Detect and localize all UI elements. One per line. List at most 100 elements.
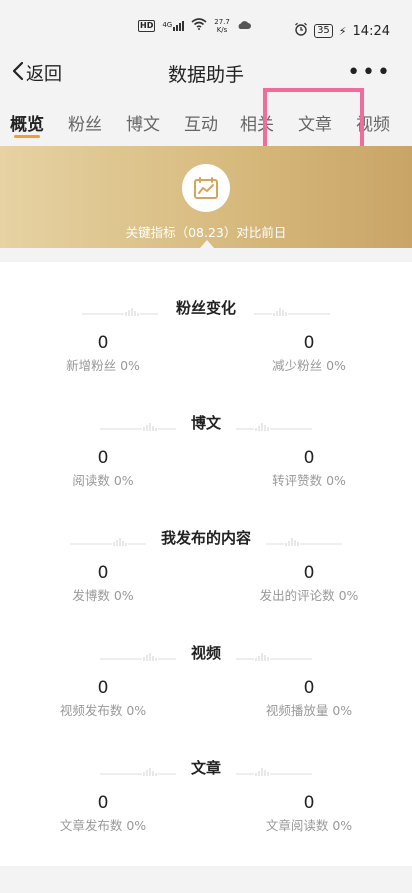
metric-label: 减少粉丝 0% bbox=[206, 355, 412, 374]
metric-change: 0% bbox=[338, 588, 359, 603]
metric-label: 文章阅读数 0% bbox=[206, 815, 412, 834]
section-videos: 视频 0 视频发布数 0% 0 视频播放量 0% bbox=[0, 640, 412, 755]
metric-label-text: 发出的评论数 bbox=[259, 588, 335, 603]
metric-label: 视频播放量 0% bbox=[206, 700, 412, 719]
metric-label: 发出的评论数 0% bbox=[206, 585, 412, 604]
tab-videos[interactable]: 视频 bbox=[356, 110, 390, 135]
metric-right[interactable]: 0 文章阅读数 0% bbox=[206, 793, 412, 834]
metric-label: 转评赞数 0% bbox=[206, 470, 412, 489]
cloud-icon bbox=[237, 19, 251, 34]
metric-value: 0 bbox=[303, 448, 315, 468]
bottom-gap bbox=[0, 866, 412, 893]
metric-value: 0 bbox=[97, 448, 109, 468]
wifi-icon bbox=[191, 18, 207, 34]
divider-right bbox=[236, 652, 312, 662]
section-header: 文章 bbox=[0, 755, 412, 779]
metric-left[interactable]: 0 发博数 0% bbox=[0, 563, 206, 604]
metric-right[interactable]: 0 转评赞数 0% bbox=[206, 448, 412, 489]
metric-change: 0% bbox=[326, 358, 346, 373]
metric-label-text: 文章发布数 bbox=[59, 818, 123, 833]
charging-icon: ⚡ bbox=[338, 24, 347, 38]
metric-label: 发博数 0% bbox=[0, 585, 206, 604]
metric-label-text: 新增粉丝 bbox=[66, 358, 117, 373]
metric-label-text: 视频发布数 bbox=[59, 703, 123, 718]
section-title: 我发布的内容 bbox=[160, 529, 251, 547]
section-gap bbox=[0, 248, 412, 262]
metric-change: 0% bbox=[332, 818, 353, 833]
status-right: 35 ⚡ 14:24 bbox=[294, 22, 390, 40]
tab-interaction[interactable]: 互动 bbox=[184, 110, 218, 135]
metric-value: 0 bbox=[303, 333, 315, 353]
tab-bar: 概览 粉丝 博文 互动 相关 文章 视频 bbox=[0, 98, 412, 146]
tab-fans[interactable]: 粉丝 bbox=[68, 110, 102, 135]
divider-right bbox=[236, 422, 312, 432]
tab-articles[interactable]: 文章 bbox=[298, 110, 332, 135]
speed-unit: K/s bbox=[216, 26, 228, 34]
metric-label-text: 发博数 bbox=[72, 588, 110, 603]
metric-label-text: 转评赞数 bbox=[272, 473, 323, 488]
metric-label: 阅读数 0% bbox=[0, 470, 206, 489]
section-title: 粉丝变化 bbox=[175, 299, 236, 317]
metric-value: 0 bbox=[97, 793, 109, 813]
network-speed: 27.7 K/s bbox=[214, 18, 230, 34]
banner-caption: 关键指标（08.23）对比前日 bbox=[125, 225, 287, 240]
metric-value: 0 bbox=[303, 793, 315, 813]
speed-value: 27.7 bbox=[214, 18, 230, 26]
section-articles: 文章 0 文章发布数 0% 0 文章阅读数 0% bbox=[0, 755, 412, 870]
section-header: 我发布的内容 bbox=[0, 525, 412, 549]
metric-change: 0% bbox=[332, 703, 353, 718]
more-options-button[interactable]: ••• bbox=[347, 60, 392, 85]
hd-badge: HD bbox=[138, 20, 156, 32]
chart-calendar-icon bbox=[182, 164, 230, 212]
alarm-icon bbox=[294, 22, 308, 40]
section-header: 粉丝变化 bbox=[0, 295, 412, 319]
metric-right[interactable]: 0 减少粉丝 0% bbox=[206, 333, 412, 374]
metric-left[interactable]: 0 文章发布数 0% bbox=[0, 793, 206, 834]
metric-label: 新增粉丝 0% bbox=[0, 355, 206, 374]
clock-time: 14:24 bbox=[352, 23, 390, 39]
section-my-content: 我发布的内容 0 发博数 0% 0 发出的评论数 0% bbox=[0, 525, 412, 640]
tab-related[interactable]: 相关 bbox=[240, 110, 274, 135]
metric-change: 0% bbox=[126, 818, 147, 833]
metric-label-text: 减少粉丝 bbox=[272, 358, 323, 373]
metric-change: 0% bbox=[326, 473, 346, 488]
metric-right[interactable]: 0 视频播放量 0% bbox=[206, 678, 412, 719]
metric-value: 0 bbox=[303, 678, 315, 698]
metric-label-text: 阅读数 bbox=[72, 473, 110, 488]
status-indicators: HD 4G 27.7 K/s bbox=[138, 18, 251, 34]
section-header: 博文 bbox=[0, 410, 412, 434]
metric-left[interactable]: 0 视频发布数 0% bbox=[0, 678, 206, 719]
metric-value: 0 bbox=[97, 333, 109, 353]
active-tab-indicator bbox=[14, 135, 40, 138]
tab-overview[interactable]: 概览 bbox=[10, 110, 44, 135]
status-bar: HD 4G 27.7 K/s 35 ⚡ 14:24 bbox=[0, 0, 412, 46]
section-posts: 博文 0 阅读数 0% 0 转评赞数 0% bbox=[0, 410, 412, 525]
section-title: 博文 bbox=[190, 414, 221, 432]
metric-label: 视频发布数 0% bbox=[0, 700, 206, 719]
section-title: 文章 bbox=[190, 759, 221, 777]
section-fans-change: 粉丝变化 0 新增粉丝 0% 0 减少粉丝 0% bbox=[0, 295, 412, 410]
metric-value: 0 bbox=[303, 563, 315, 583]
signal-icon: 4G bbox=[162, 21, 185, 31]
key-metrics-banner: 关键指标（08.23）对比前日 bbox=[0, 146, 412, 248]
metric-change: 0% bbox=[113, 473, 134, 488]
metric-value: 0 bbox=[97, 678, 109, 698]
metric-change: 0% bbox=[126, 703, 147, 718]
metric-left[interactable]: 0 阅读数 0% bbox=[0, 448, 206, 489]
section-title: 视频 bbox=[190, 644, 221, 662]
metric-label-text: 视频播放量 bbox=[265, 703, 329, 718]
metric-value: 0 bbox=[97, 563, 109, 583]
metric-label-text: 文章阅读数 bbox=[265, 818, 329, 833]
battery-indicator: 35 bbox=[314, 24, 333, 38]
divider-right bbox=[236, 767, 312, 777]
divider-right bbox=[254, 307, 330, 317]
metric-change: 0% bbox=[120, 358, 140, 373]
banner-pointer bbox=[200, 240, 214, 248]
tab-posts[interactable]: 博文 bbox=[126, 110, 160, 135]
metric-left[interactable]: 0 新增粉丝 0% bbox=[0, 333, 206, 374]
metric-change: 0% bbox=[113, 588, 134, 603]
nav-bar: 返回 数据助手 ••• bbox=[0, 46, 412, 98]
metric-right[interactable]: 0 发出的评论数 0% bbox=[206, 563, 412, 604]
section-header: 视频 bbox=[0, 640, 412, 664]
network-type-label: 4G bbox=[162, 21, 173, 29]
